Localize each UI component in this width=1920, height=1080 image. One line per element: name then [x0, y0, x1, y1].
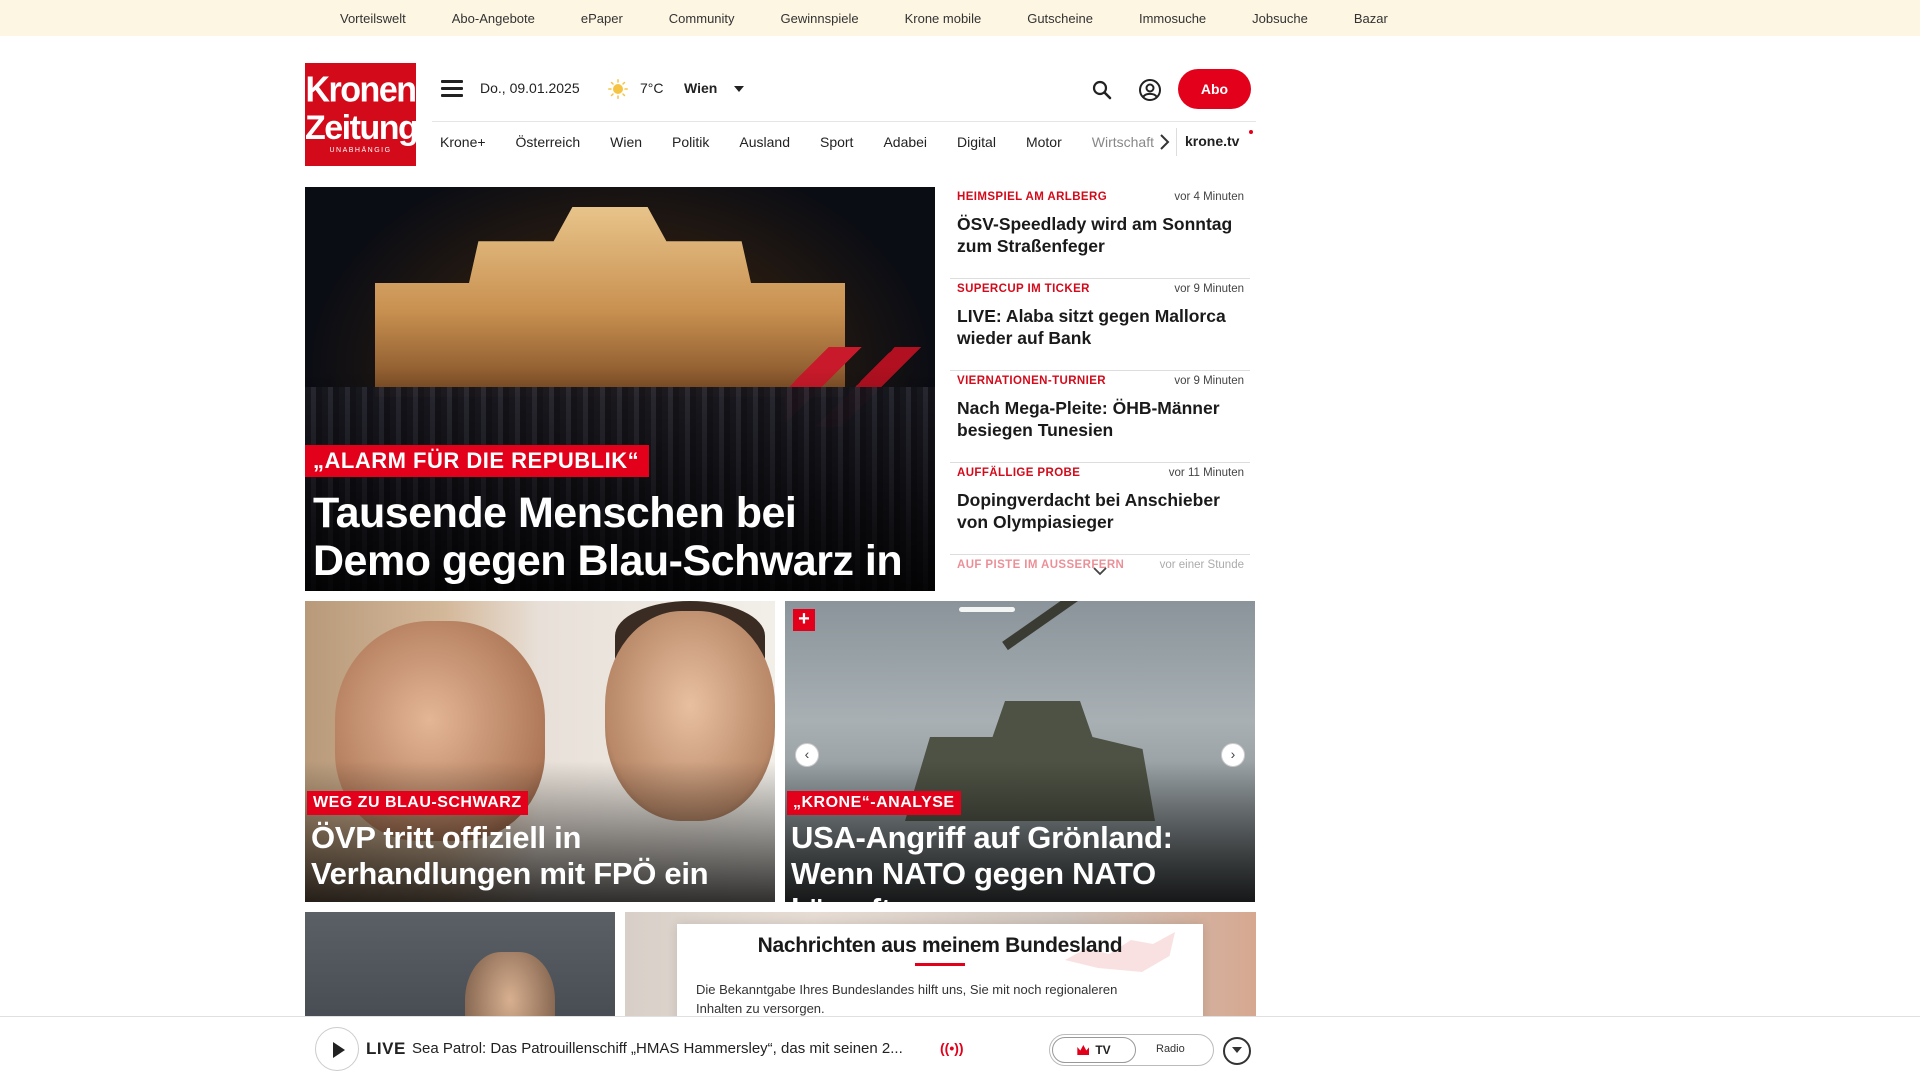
ticker-title[interactable]: LIVE: Alaba sitzt gegen Mallorca wieder …: [957, 305, 1237, 349]
kronen-zeitung-logo[interactable]: Kronen Zeitung UNABHÄNGIG: [305, 63, 419, 166]
krone-plus-icon: +: [793, 609, 815, 631]
hero-kicker: „ALARM FÜR DIE REPUBLIK“: [305, 445, 650, 477]
chevron-left-icon[interactable]: ‹: [795, 743, 819, 767]
live-description[interactable]: Sea Patrol: Das Patrouillenschiff „HMAS …: [412, 1040, 932, 1057]
top-link-jobsuche[interactable]: Jobsuche: [1252, 11, 1308, 26]
top-link-gutscheine[interactable]: Gutscheine: [1027, 11, 1093, 26]
nav-items: Krone+ Österreich Wien Politik Ausland S…: [440, 122, 1168, 162]
hamburger-menu-icon[interactable]: [441, 80, 463, 98]
ticker-item[interactable]: SUPERCUP IM TICKER vor 9 Minuten LIVE: A…: [950, 279, 1250, 371]
broadcast-icon: ((•)): [940, 1040, 964, 1056]
top-link-community[interactable]: Community: [669, 11, 735, 26]
ticker-item[interactable]: HEIMSPIEL AM ARLBERG vor 4 Minuten ÖSV-S…: [950, 187, 1250, 279]
abo-button[interactable]: Abo: [1178, 69, 1251, 109]
logo-line-2: Zeitung: [305, 109, 419, 147]
top-link-gewinnspiele[interactable]: Gewinnspiele: [781, 11, 859, 26]
nav-divider: [1176, 128, 1177, 156]
story-card-carousel[interactable]: + ‹ › „KRONE“-ANALYSE USA-Angriff auf Gr…: [785, 601, 1255, 902]
story-image: [1002, 601, 1139, 651]
main-navigation: Krone+ Österreich Wien Politik Ausland S…: [432, 121, 1256, 161]
news-ticker: HEIMSPIEL AM ARLBERG vor 4 Minuten ÖSV-S…: [950, 187, 1250, 573]
top-utility-bar: Vorteilswelt Abo-Angebote ePaper Communi…: [0, 0, 1920, 36]
ticker-kicker: HEIMSPIEL AM ARLBERG: [957, 191, 1108, 203]
story-kicker: „KRONE“-ANALYSE: [787, 791, 961, 815]
ticker-time: vor 9 Minuten: [1174, 375, 1244, 387]
nav-item-digital[interactable]: Digital: [957, 134, 996, 150]
tv-label: TV: [1095, 1043, 1111, 1057]
ticker-kicker: VIERNATIONEN-TURNIER: [957, 375, 1106, 387]
nav-item-sport[interactable]: Sport: [820, 134, 853, 150]
nav-item-motor[interactable]: Motor: [1026, 134, 1062, 150]
live-player-bar: LIVE Sea Patrol: Das Patrouillenschiff „…: [0, 1016, 1920, 1080]
ticker-kicker: AUFFÄLLIGE PROBE: [957, 467, 1081, 479]
top-links: Vorteilswelt Abo-Angebote ePaper Communi…: [340, 0, 1434, 36]
chevron-down-icon[interactable]: [1092, 566, 1108, 576]
dialog-title: Nachrichten aus meinem Bundesland: [757, 934, 1123, 957]
expand-chevron-icon[interactable]: [1223, 1037, 1251, 1065]
tv-radio-toggle: TV Radio: [1049, 1034, 1214, 1066]
ticker-kicker: SUPERCUP IM TICKER: [957, 283, 1090, 295]
logo-line-1: Kronen: [305, 70, 418, 110]
ticker-time: vor 9 Minuten: [1174, 283, 1244, 295]
ticker-time: vor 11 Minuten: [1168, 467, 1244, 479]
chevron-right-icon[interactable]: ›: [1221, 743, 1245, 767]
chevron-down-icon[interactable]: [734, 86, 744, 92]
top-link-vorteilswelt[interactable]: Vorteilswelt: [340, 11, 406, 26]
nav-item-wien[interactable]: Wien: [610, 134, 642, 150]
story-title[interactable]: USA-Angriff auf Grönland: Wenn NATO gege…: [791, 820, 1253, 902]
nav-item-oesterreich[interactable]: Österreich: [516, 134, 581, 150]
nav-item-ausland[interactable]: Ausland: [739, 134, 790, 150]
search-icon[interactable]: [1090, 78, 1114, 102]
nav-item-wirtschaft[interactable]: Wirtschaft: [1092, 134, 1154, 150]
chevron-right-icon[interactable]: [1152, 130, 1176, 154]
dialog-text: Die Bekanntgabe Ihres Bundeslandes hilft…: [696, 982, 1118, 1016]
story-kicker: WEG ZU BLAU-SCHWARZ: [307, 791, 528, 815]
hero-story[interactable]: „ALARM FÜR DIE REPUBLIK“ Tausende Mensch…: [305, 187, 935, 591]
ticker-item[interactable]: VIERNATIONEN-TURNIER vor 9 Minuten Nach …: [950, 371, 1250, 463]
user-account-icon[interactable]: [1138, 78, 1162, 102]
ticker-item[interactable]: AUFFÄLLIGE PROBE vor 11 Minuten Dopingve…: [950, 463, 1250, 555]
story-title[interactable]: ÖVP tritt offiziell in Verhandlungen mit…: [311, 820, 773, 892]
top-link-epaper[interactable]: ePaper: [581, 11, 623, 26]
top-link-bazar[interactable]: Bazar: [1354, 11, 1388, 26]
nav-item-politik[interactable]: Politik: [672, 134, 709, 150]
header-temperature: 7°C: [640, 80, 664, 96]
top-link-abo-angebote[interactable]: Abo-Angebote: [452, 11, 535, 26]
sun-icon: [608, 79, 628, 99]
tv-toggle-button[interactable]: TV: [1052, 1037, 1136, 1063]
ticker-time: vor einer Stunde: [1159, 559, 1244, 571]
nav-item-krone-plus[interactable]: Krone+: [440, 134, 486, 150]
radio-toggle-button[interactable]: Radio: [1156, 1043, 1185, 1055]
ticker-title[interactable]: Dopingverdacht bei Anschieber von Olympi…: [957, 489, 1237, 533]
top-link-immosuche[interactable]: Immosuche: [1139, 11, 1206, 26]
logo-tagline: UNABHÄNGIG: [329, 147, 392, 154]
live-dot-icon: [1249, 130, 1253, 134]
live-label: LIVE: [366, 1039, 406, 1058]
city-selector[interactable]: Wien: [684, 80, 717, 96]
nav-item-krone-tv[interactable]: krone.tv: [1185, 133, 1239, 149]
story-card[interactable]: WEG ZU BLAU-SCHWARZ ÖVP tritt offiziell …: [305, 601, 775, 902]
play-icon[interactable]: [315, 1027, 359, 1071]
header-date: Do., 09.01.2025: [480, 80, 580, 96]
top-link-krone-mobile[interactable]: Krone mobile: [905, 11, 982, 26]
hero-title[interactable]: Tausende Menschen bei Demo gegen Blau-Sc…: [313, 489, 923, 591]
title-underline: [915, 963, 965, 966]
ticker-title[interactable]: Nach Mega-Pleite: ÖHB-Männer besiegen Tu…: [957, 397, 1237, 441]
carousel-indicator: [959, 607, 1015, 612]
nav-item-adabei[interactable]: Adabei: [883, 134, 927, 150]
crown-icon: [1077, 1045, 1090, 1055]
ticker-title[interactable]: ÖSV-Speedlady wird am Sonntag zum Straße…: [957, 213, 1237, 257]
ticker-time: vor 4 Minuten: [1174, 191, 1244, 203]
